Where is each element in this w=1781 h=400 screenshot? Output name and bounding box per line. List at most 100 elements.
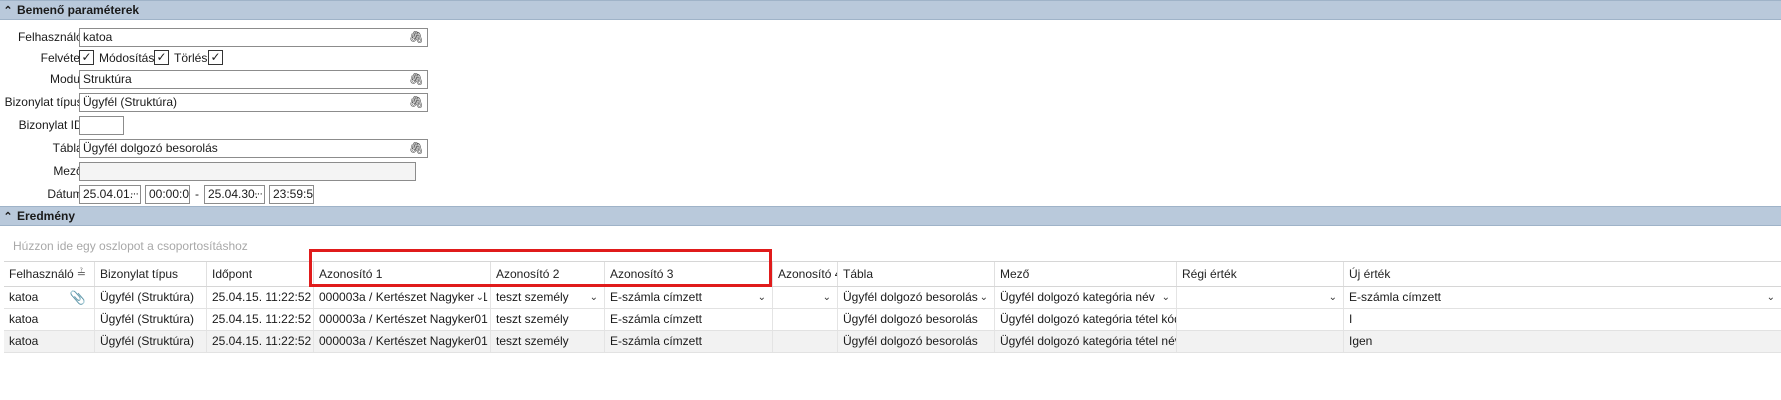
cell-user[interactable]: katoa 📎: [4, 287, 95, 308]
paperclip-icon[interactable]: 🖇: [409, 29, 424, 46]
doctype-field[interactable]: Ügyfél (Struktúra) 🖇: [79, 93, 428, 112]
chevron-down-icon[interactable]: ⌄: [980, 287, 988, 308]
chevron-down-icon[interactable]: ⌄: [473, 287, 484, 308]
cell-text: 000003a / Kertészet Nagyker01 Kft.: [319, 290, 491, 304]
calendar-dots-icon[interactable]: ···: [254, 186, 263, 203]
cell-id3[interactable]: E-számla címzett ⌄: [605, 287, 773, 308]
cell-field[interactable]: Ügyfél dolgozó kategória tétel kód: [995, 309, 1177, 330]
docid-input[interactable]: [79, 116, 124, 135]
date-to-input[interactable]: 25.04.30. ···: [204, 185, 265, 204]
table-field[interactable]: Ügyfél dolgozó besorolás 🖇: [79, 139, 428, 158]
delete-checkbox[interactable]: ✓: [208, 50, 223, 65]
input-params-header[interactable]: ⌃ Bemenő paraméterek: [0, 0, 1781, 20]
col-header-id4[interactable]: Azonosító 4: [773, 262, 838, 286]
col-header-new-value[interactable]: Új érték: [1344, 262, 1781, 286]
cell-id4[interactable]: [773, 331, 838, 352]
module-label: Modul:: [49, 72, 86, 86]
col-header-user[interactable]: Felhasználó ≟: [4, 262, 95, 286]
cell-table[interactable]: Ügyfél dolgozó besorolás: [838, 331, 995, 352]
doctype-value: Ügyfél (Struktúra): [83, 95, 178, 109]
cell-user[interactable]: katoa: [4, 309, 95, 330]
cell-id1[interactable]: 000003a / Kertészet Nagyker01 Kft.: [314, 331, 491, 352]
chevron-down-icon[interactable]: ⌄: [1162, 287, 1170, 308]
col-header-old-value[interactable]: Régi érték: [1177, 262, 1344, 286]
user-field[interactable]: katoa 🖇: [79, 28, 428, 47]
paperclip-icon[interactable]: 🖇: [409, 71, 424, 88]
cell-id2[interactable]: teszt személy ⌄: [491, 287, 605, 308]
cell-table[interactable]: Ügyfél dolgozó besorolás: [838, 309, 995, 330]
paperclip-icon[interactable]: 📎: [70, 287, 86, 308]
col-header-time[interactable]: Időpont: [207, 262, 314, 286]
col-header-table[interactable]: Tábla: [838, 262, 995, 286]
table-value: Ügyfél dolgozó besorolás: [83, 141, 218, 155]
paperclip-icon[interactable]: 🖇: [409, 140, 424, 157]
time-from-input[interactable]: 00:00:00: [145, 185, 190, 204]
cell-text: teszt személy: [496, 290, 569, 304]
cell-id4[interactable]: [773, 309, 838, 330]
module-field[interactable]: Struktúra 🖇: [79, 70, 428, 89]
table-row[interactable]: katoa Ügyfél (Struktúra) 25.04.15. 11:22…: [4, 331, 1781, 353]
cell-doctype[interactable]: Ügyfél (Struktúra): [95, 287, 207, 308]
cell-old-value[interactable]: ⌄: [1177, 287, 1344, 308]
cell-id3[interactable]: E-számla címzett: [605, 331, 773, 352]
chevron-down-icon[interactable]: ⌄: [758, 287, 766, 308]
col-header-field[interactable]: Mező: [995, 262, 1177, 286]
cell-field[interactable]: Ügyfél dolgozó kategória tétel név: [995, 331, 1177, 352]
cell-old-value[interactable]: [1177, 309, 1344, 330]
user-value: katoa: [83, 30, 113, 44]
field-input[interactable]: [79, 162, 416, 181]
cell-field[interactable]: Ügyfél dolgozó kategória név ⌄: [995, 287, 1177, 308]
cell-table[interactable]: Ügyfél dolgozó besorolás ⌄: [838, 287, 995, 308]
cell-user[interactable]: katoa: [4, 331, 95, 352]
chevron-up-icon[interactable]: ⌃: [2, 4, 14, 17]
cell-time[interactable]: 25.04.15. 11:22:52: [207, 287, 314, 308]
field-label: Mező:: [53, 164, 86, 178]
cell-id2[interactable]: teszt személy: [491, 331, 605, 352]
delete-label: Törlés:: [174, 51, 211, 65]
result-header[interactable]: ⌃ Eredmény: [0, 206, 1781, 226]
cell-text: Ügyfél dolgozó besorolás: [843, 290, 978, 304]
paperclip-icon[interactable]: 🖇: [409, 94, 424, 111]
module-value: Struktúra: [83, 72, 132, 86]
col-header-doctype[interactable]: Bizonylat típus: [95, 262, 207, 286]
col-header-id2[interactable]: Azonosító 2: [491, 262, 605, 286]
cell-new-value[interactable]: I: [1344, 309, 1781, 330]
user-label: Felhasználó:: [17, 30, 86, 44]
modify-checkbox[interactable]: ✓: [154, 50, 169, 65]
date-separator: -: [195, 187, 199, 201]
chevron-down-icon[interactable]: ⌄: [823, 287, 831, 308]
time-to-input[interactable]: 23:59:59: [269, 185, 314, 204]
modify-label: Módosítás:: [99, 51, 158, 65]
table-row[interactable]: katoa 📎 Ügyfél (Struktúra) 25.04.15. 11:…: [4, 287, 1781, 309]
calendar-dots-icon[interactable]: ···: [130, 186, 139, 203]
cell-doctype[interactable]: Ügyfél (Struktúra): [95, 309, 207, 330]
cell-time[interactable]: 25.04.15. 11:22:52: [207, 309, 314, 330]
cell-id1[interactable]: 000003a / Kertészet Nagyker01 Kft.: [314, 309, 491, 330]
docid-label: Bizonylat ID:: [18, 118, 86, 132]
cell-new-value[interactable]: E-számla címzett ⌄: [1344, 287, 1781, 308]
cell-id2[interactable]: teszt személy: [491, 309, 605, 330]
cell-doctype[interactable]: Ügyfél (Struktúra): [95, 331, 207, 352]
date-from-input[interactable]: 25.04.01. ···: [79, 185, 141, 204]
chevron-down-icon[interactable]: ⌄: [590, 287, 598, 308]
chevron-up-icon[interactable]: ⌃: [2, 210, 14, 223]
grid-header-row: Felhasználó ≟ Bizonylat típus Időpont Az…: [4, 261, 1781, 287]
cell-time[interactable]: 25.04.15. 11:22:52: [207, 331, 314, 352]
col-header-label: Felhasználó: [9, 267, 74, 281]
cell-id1[interactable]: 000003a / Kertészet Nagyker01 Kft. ⌄: [314, 287, 491, 308]
group-drop-hint[interactable]: Húzzon ide egy oszlopot a csoportosításh…: [13, 239, 248, 253]
table-row[interactable]: katoa Ügyfél (Struktúra) 25.04.15. 11:22…: [4, 309, 1781, 331]
cell-new-value[interactable]: Igen: [1344, 331, 1781, 352]
chevron-down-icon[interactable]: ⌄: [1329, 287, 1337, 308]
table-label: Tábla:: [52, 141, 86, 155]
col-header-id3[interactable]: Azonosító 3: [605, 262, 773, 286]
cell-old-value[interactable]: [1177, 331, 1344, 352]
cell-id3[interactable]: E-számla címzett: [605, 309, 773, 330]
sort-icon[interactable]: ≟: [77, 262, 86, 286]
doctype-label: Bizonylat típus:: [4, 95, 86, 109]
col-header-id1[interactable]: Azonosító 1: [314, 262, 491, 286]
chevron-down-icon[interactable]: ⌄: [1767, 287, 1775, 308]
cell-id4[interactable]: ⌄: [773, 287, 838, 308]
cell-text: katoa: [9, 290, 39, 304]
create-checkbox[interactable]: ✓: [79, 50, 94, 65]
